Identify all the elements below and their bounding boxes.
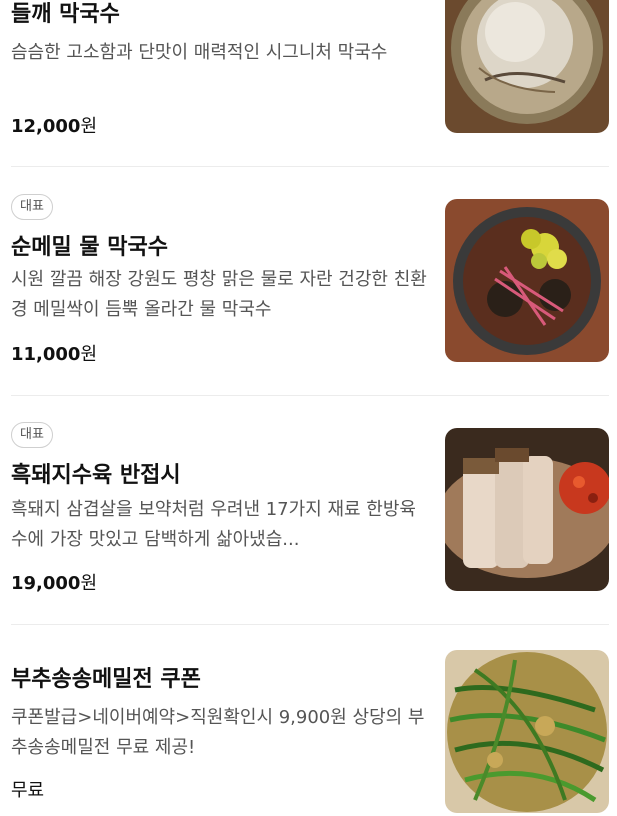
menu-item-description: 쿠폰발급>네이버예약>직원확인시 9,900원 상당의 부추송송메밀전 무료 제…: [11, 707, 425, 758]
menu-item-description: 시원 깔끔 해장 강원도 평창 맑은 물로 자란 건강한 친환경 메밀싹이 듬뿍…: [11, 269, 427, 320]
signature-badge: 대표: [11, 194, 53, 220]
menu-item[interactable]: 부추송송메밀전 쿠폰 쿠폰발급>네이버예약>직원확인시 9,900원 상당의 부…: [0, 625, 617, 816]
cold-buckwheat-noodle-photo[interactable]: [445, 199, 609, 362]
menu-item-description: 흑돼지 삼겹살을 보약처럼 우려낸 17가지 재료 한방육수에 가장 맛있고 담…: [11, 499, 416, 550]
perilla-noodle-photo[interactable]: [445, 0, 609, 133]
menu-item-description: 슴슴한 고소함과 단맛이 매력적인 시그니처 막국수: [11, 42, 388, 63]
price-unit: 원: [80, 344, 98, 365]
menu-item-price: 무료: [11, 776, 44, 802]
menu-item-price: 19,000원: [11, 569, 97, 595]
boiled-pork-photo[interactable]: [445, 428, 609, 591]
signature-badge: 대표: [11, 422, 53, 448]
menu-item-name: 순메밀 물 막국수: [11, 235, 168, 260]
menu-item-price: 11,000원: [11, 340, 97, 366]
chive-pancake-photo[interactable]: [445, 650, 609, 813]
menu-item-price: 12,000원: [11, 112, 97, 138]
menu-item-name: 부추송송메밀전 쿠폰: [11, 667, 201, 692]
price-unit: 원: [80, 573, 98, 594]
price-amount: 12,000: [11, 116, 81, 137]
price-unit: 원: [80, 116, 98, 137]
menu-item[interactable]: 대표 순메밀 물 막국수 시원 깔끔 해장 강원도 평창 맑은 물로 자란 건강…: [0, 167, 617, 395]
price-amount: 11,000: [11, 344, 81, 365]
menu-item-name: 들깨 막국수: [11, 2, 120, 27]
menu-list: 들깨 막국수 슴슴한 고소함과 단맛이 매력적인 시그니처 막국수 12,000…: [0, 0, 617, 816]
menu-item[interactable]: 들깨 막국수 슴슴한 고소함과 단맛이 매력적인 시그니처 막국수 12,000…: [0, 0, 617, 166]
price-free-label: 무료: [11, 780, 45, 801]
price-amount: 19,000: [11, 573, 81, 594]
menu-item[interactable]: 대표 흑돼지수육 반접시 흑돼지 삼겹살을 보약처럼 우려낸 17가지 재료 한…: [0, 396, 617, 624]
menu-item-name: 흑돼지수육 반접시: [11, 463, 181, 488]
